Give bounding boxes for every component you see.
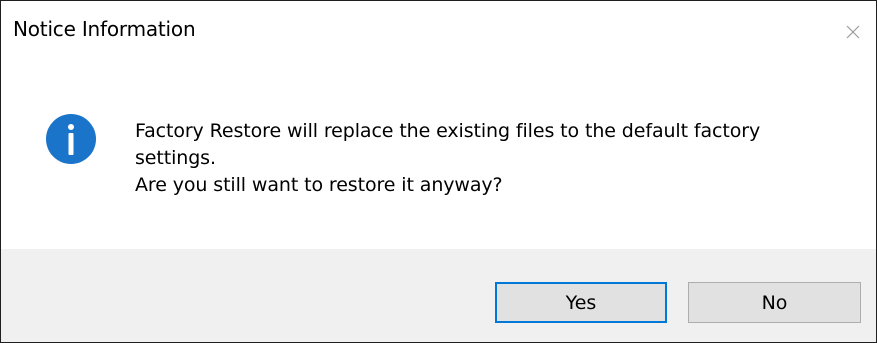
no-button[interactable]: No [688,282,861,323]
window-title: Notice Information [13,17,196,41]
close-icon [846,25,860,39]
dialog-content: Factory Restore will replace the existin… [1,63,876,248]
message-line: settings. [135,147,216,169]
message-line: Are you still want to restore it anyway? [135,174,503,196]
yes-button[interactable]: Yes [495,282,667,323]
close-button[interactable] [830,1,876,63]
info-icon [46,114,96,164]
message-line: Factory Restore will replace the existin… [135,120,761,142]
button-bar: Yes No [1,249,876,342]
title-bar: Notice Information [1,1,876,63]
message-text: Factory Restore will replace the existin… [135,118,835,199]
notice-dialog: Notice Information Factory Restore will … [0,0,877,343]
